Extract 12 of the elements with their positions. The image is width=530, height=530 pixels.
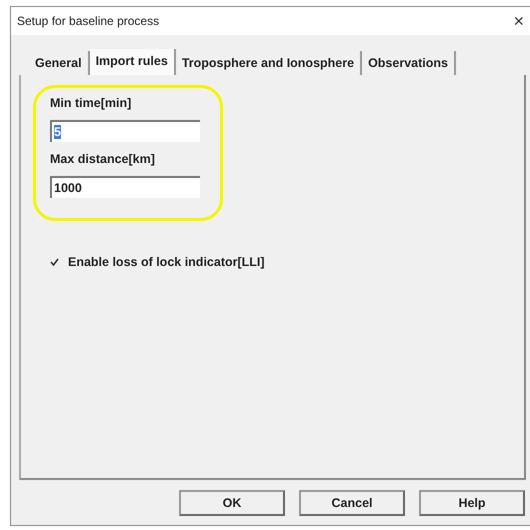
field-label: Max distance[km] [50,152,156,166]
field-label: Min time[min] [50,96,132,110]
dialog-button[interactable]: OK [179,490,285,516]
input-field[interactable]: 5 [50,120,200,142]
tab[interactable]: Import rules [90,49,176,75]
input-field[interactable]: 1000 [50,176,200,198]
window-title: Setup for baseline process [17,14,160,28]
checkbox[interactable] [49,256,60,268]
checkbox-label: Enable loss of lock indicator[LLI] [68,255,265,269]
dialog-button[interactable]: Cancel [299,490,405,516]
dialog-button[interactable]: Help [419,490,525,516]
close-button[interactable]: × [513,12,524,30]
